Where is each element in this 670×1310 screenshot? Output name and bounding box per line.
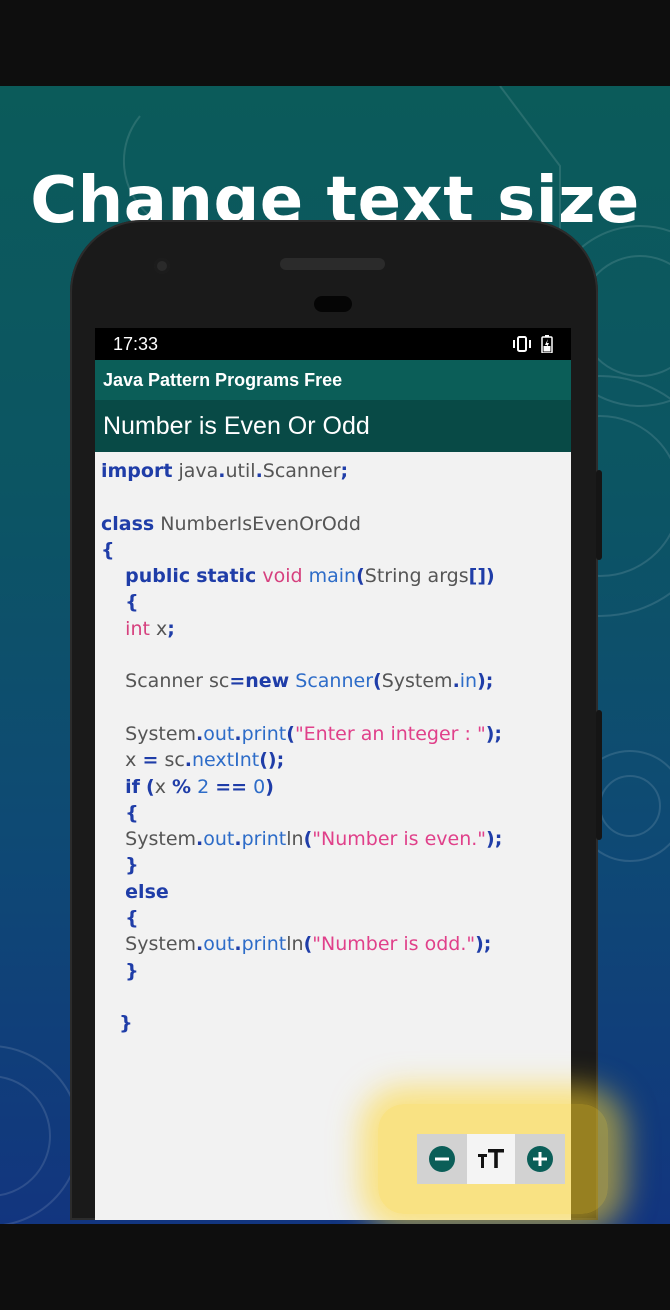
code-line: x = sc.nextInt(); [125, 749, 285, 772]
text-size-indicator [467, 1134, 515, 1184]
phone-frame: 17:33 Java Pattern Programs Free Number [70, 220, 602, 1220]
phone-volume-button [596, 710, 602, 840]
phone-side-button [596, 470, 602, 560]
code-line: class NumberIsEvenOrOdd [101, 512, 361, 535]
status-bar: 17:33 [95, 328, 571, 360]
phone-screen: 17:33 Java Pattern Programs Free Number [95, 328, 571, 1220]
top-black-bar [0, 0, 670, 86]
plus-circle-icon [527, 1146, 553, 1172]
status-icons [511, 335, 553, 353]
code-line: Scanner sc=new Scanner(System.in); [125, 670, 494, 693]
app-bar: Java Pattern Programs Free [95, 360, 571, 400]
code-line: System.out.print("Enter an integer : "); [125, 722, 502, 745]
code-line: int x; [125, 617, 175, 640]
program-title: Number is Even Or Odd [103, 411, 370, 440]
bottom-black-bar [0, 1224, 670, 1310]
code-line: { [125, 801, 139, 824]
vibrate-icon [513, 336, 531, 352]
battery-charging-icon [541, 335, 553, 353]
increase-text-size-button[interactable] [515, 1134, 565, 1184]
code-line: } [119, 1012, 133, 1035]
code-line: { [101, 538, 115, 561]
code-line: import java.util.Scanner; [101, 460, 349, 482]
decrease-text-size-button[interactable] [417, 1134, 467, 1184]
earpiece-speaker [280, 258, 385, 270]
minus-circle-icon [429, 1146, 455, 1172]
text-size-icon [478, 1149, 504, 1168]
code-line: if (x % 2 == 0) [125, 775, 274, 798]
code-line: } [125, 854, 139, 877]
app-name: Java Pattern Programs Free [103, 369, 343, 390]
code-line: { [125, 907, 139, 930]
status-time: 17:33 [113, 333, 159, 354]
code-line: else [125, 880, 169, 903]
code-line: public static void main(String args[]) [125, 565, 495, 588]
program-title-bar: Number is Even Or Odd [95, 400, 571, 452]
text-size-controls [417, 1134, 565, 1184]
code-line: System.out.println("Number is odd."); [125, 933, 492, 956]
code-line: } [125, 959, 139, 982]
code-view[interactable]: import java.util.Scanner; class NumberIsE… [95, 452, 571, 1037]
code-line: { [125, 591, 139, 614]
front-camera-icon [154, 258, 170, 274]
proximity-sensor [314, 296, 352, 312]
code-line: System.out.println("Number is even."); [125, 828, 503, 851]
